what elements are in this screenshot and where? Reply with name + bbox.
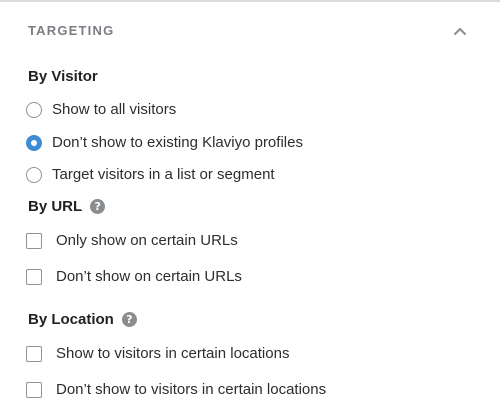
checkbox-certain-locations[interactable]: Show to visitors in certain locations [26, 345, 289, 362]
checkbox[interactable] [26, 232, 42, 249]
by-visitor-label: By Visitor [28, 68, 98, 85]
radio-label: Show to all visitors [52, 101, 177, 118]
checkbox[interactable] [26, 345, 42, 362]
checkbox-not-certain-locations[interactable]: Don’t show to visitors in certain locati… [26, 381, 326, 398]
by-visitor-heading: By Visitor [28, 68, 98, 85]
checkbox[interactable] [26, 381, 42, 398]
radio-target-list-segment[interactable]: Target visitors in a list or segment [26, 166, 275, 183]
by-url-label: By URL [28, 198, 83, 215]
checkbox-not-certain-urls[interactable]: Don’t show on certain URLs [26, 268, 242, 285]
radio-show-all-visitors[interactable]: Show to all visitors [26, 101, 176, 118]
top-divider [0, 0, 500, 2]
targeting-header[interactable]: TARGETING [0, 18, 500, 44]
checkbox-only-certain-urls[interactable]: Only show on certain URLs [26, 232, 238, 249]
question-mark-icon[interactable]: ? [90, 199, 106, 214]
radio-button-selected[interactable] [26, 134, 42, 151]
radio-button[interactable] [26, 101, 42, 118]
radio-button[interactable] [26, 166, 42, 183]
checkbox[interactable] [26, 268, 42, 285]
radio-exclude-klaviyo-profiles[interactable]: Don’t show to existing Klaviyo profiles [26, 134, 303, 151]
question-mark-icon[interactable]: ? [121, 312, 137, 327]
by-url-heading: By URL ? [28, 198, 106, 215]
by-location-label: By Location [28, 311, 114, 328]
checkbox-label: Don’t show on certain URLs [56, 268, 242, 285]
by-location-heading: By Location ? [28, 311, 137, 328]
panel-title: TARGETING [28, 23, 115, 38]
chevron-up-icon[interactable] [448, 20, 472, 42]
checkbox-label: Don’t show to visitors in certain locati… [56, 381, 327, 398]
radio-label: Target visitors in a list or segment [52, 166, 275, 183]
radio-label: Don’t show to existing Klaviyo profiles [52, 134, 303, 151]
checkbox-label: Only show on certain URLs [56, 232, 238, 249]
checkbox-label: Show to visitors in certain locations [56, 345, 290, 362]
